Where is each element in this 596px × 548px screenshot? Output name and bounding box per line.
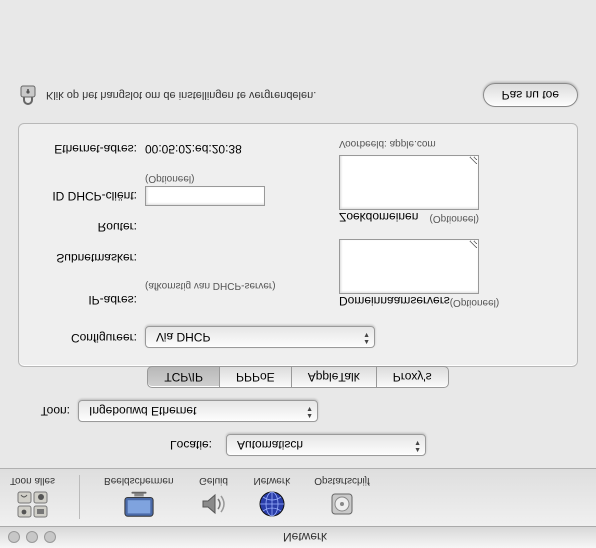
show-select[interactable]: Ingebouwd Ethernet ▲▼: [78, 400, 318, 422]
window-title: Netwerk: [62, 531, 588, 545]
toolbar-separator: [79, 476, 80, 520]
tcpip-panel: Configureer: Via DHCP ▲▼ IP-adres: (afko…: [18, 123, 578, 367]
sound-button[interactable]: Geluid: [198, 475, 230, 520]
dns-servers-input[interactable]: [339, 239, 479, 294]
search-domains-example: Voorbeeld: apple.com: [339, 138, 561, 149]
tab-tcpip[interactable]: TCP/IP: [147, 366, 220, 388]
show-all-label: Toon alles: [10, 475, 55, 486]
select-arrows-icon: ▲▼: [414, 439, 421, 453]
ethernet-address-label: Ethernet-adres:: [35, 142, 145, 159]
tab-bar: TCP/IP PPPoE AppleTalk Proxy's: [18, 366, 578, 388]
ip-address-label: IP-adres:: [35, 293, 145, 310]
location-value: Automatisch: [237, 438, 303, 452]
configure-label: Configureer:: [35, 331, 145, 348]
configure-select[interactable]: Via DHCP ▲▼: [145, 326, 375, 348]
dhcp-client-id-hint: (Optioneel): [145, 173, 194, 184]
lock-text: Klik op het hangslot om de instellingen …: [46, 89, 316, 101]
apply-now-button[interactable]: Pas nu toe: [483, 83, 578, 107]
zoom-traffic-light[interactable]: [44, 532, 56, 544]
window-titlebar: Netwerk: [0, 526, 596, 548]
subnet-mask-label: Subnetmasker:: [35, 251, 145, 268]
show-all-icon: [17, 488, 49, 520]
content-area: Locatie: Automatisch ▲▼ Toon: Ingebouwd …: [0, 115, 596, 468]
ethernet-address-value: 00:05:02:ed:20:38: [145, 142, 242, 159]
left-column: IP-adres: (afkomstig van DHCP-server) Su…: [35, 138, 315, 310]
show-value: Ingebouwd Ethernet: [89, 404, 196, 418]
lock-area[interactable]: Klik op het hangslot om de instellingen …: [18, 84, 316, 106]
sound-icon: [198, 488, 230, 520]
minimize-traffic-light[interactable]: [26, 532, 38, 544]
network-label: Netwerk: [254, 475, 291, 486]
search-domains-input[interactable]: [339, 155, 479, 210]
network-icon: [256, 488, 288, 520]
close-traffic-light[interactable]: [8, 532, 20, 544]
dhcp-client-id-input[interactable]: [145, 186, 265, 206]
right-column: Domeinnaamservers (Optioneel) Zoekdomein…: [339, 138, 561, 310]
dns-servers-optional: (Optioneel): [450, 294, 499, 308]
tab-appletalk[interactable]: AppleTalk: [291, 366, 377, 388]
prefs-toolbar: Toon alles Beeldschermen Geluid: [0, 468, 596, 526]
dns-servers-title: Domeinnaamservers: [339, 294, 450, 308]
select-arrows-icon: ▲▼: [306, 405, 313, 419]
ip-address-hint: (afkomstig van DHCP-server): [145, 280, 276, 291]
select-arrows-icon: ▲▼: [363, 331, 370, 345]
startup-disk-button[interactable]: Opstartschijf: [314, 475, 370, 520]
startup-disk-label: Opstartschijf: [314, 475, 370, 486]
displays-label: Beeldschermen: [104, 475, 173, 486]
sound-label: Geluid: [199, 475, 228, 486]
location-label: Locatie:: [170, 438, 220, 452]
search-domains-title: Zoekdomeinen: [339, 210, 418, 224]
tab-proxies[interactable]: Proxy's: [376, 366, 449, 388]
show-all-button[interactable]: Toon alles: [10, 475, 55, 520]
startup-disk-icon: [326, 488, 358, 520]
search-domains-optional: (Optioneel): [430, 210, 479, 224]
router-label: Router:: [35, 220, 145, 237]
location-select[interactable]: Automatisch ▲▼: [226, 434, 426, 456]
show-label: Toon:: [18, 404, 78, 418]
footer: Klik op het hangslot om de instellingen …: [0, 75, 596, 115]
tab-pppoe[interactable]: PPPoE: [219, 366, 292, 388]
network-button[interactable]: Netwerk: [254, 475, 291, 520]
configure-value: Via DHCP: [156, 330, 210, 344]
lock-icon: [18, 84, 38, 106]
displays-button[interactable]: Beeldschermen: [104, 475, 173, 520]
displays-icon: [123, 488, 155, 520]
dhcp-client-id-label: ID DHCP-cliënt:: [35, 189, 145, 206]
